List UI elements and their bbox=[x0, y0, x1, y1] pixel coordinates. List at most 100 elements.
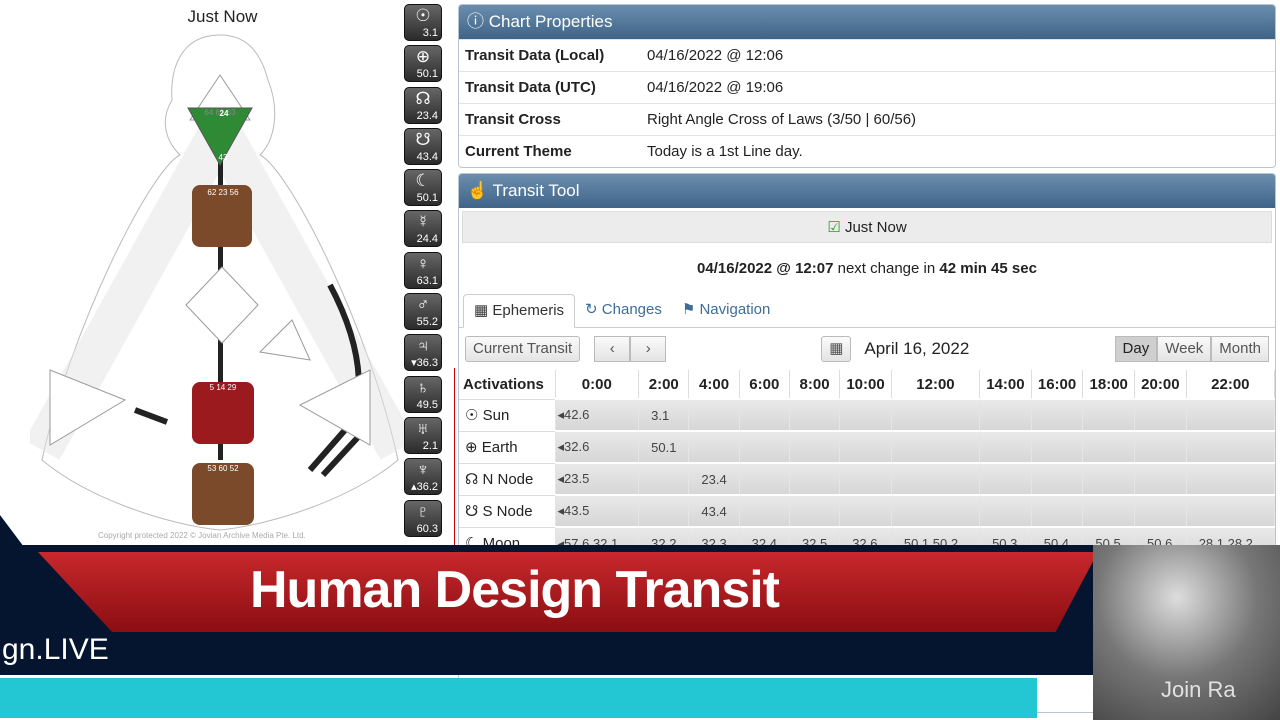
activation-cell[interactable] bbox=[1134, 398, 1187, 431]
venus-icon: ♀ bbox=[416, 253, 430, 273]
prev-button[interactable]: ‹ bbox=[594, 336, 631, 362]
bodygraph-mark: 24 bbox=[220, 109, 229, 118]
bodygraph-mark: 53 60 52 bbox=[207, 464, 239, 473]
planet-pluto[interactable]: ♇ 60.3 bbox=[404, 499, 442, 537]
activation-cell[interactable] bbox=[1031, 430, 1084, 463]
activation-cell[interactable] bbox=[1186, 430, 1276, 463]
activation-cell[interactable] bbox=[739, 462, 790, 495]
planet-jupiter[interactable]: ♃ ▾36.3 bbox=[404, 334, 442, 372]
planet-icon: ☉ bbox=[465, 407, 479, 424]
tab-changes[interactable]: ↻ Changes bbox=[575, 294, 672, 327]
property-label: Current Theme bbox=[465, 143, 572, 160]
activation-cell[interactable] bbox=[1134, 494, 1187, 527]
activation-cell[interactable] bbox=[638, 494, 690, 527]
activation-cell[interactable] bbox=[1134, 462, 1187, 495]
label: Ephemeris bbox=[492, 302, 565, 319]
activation-cell[interactable] bbox=[739, 430, 790, 463]
calendar-button[interactable]: ▦ bbox=[821, 336, 852, 362]
activation-cell[interactable]: ◂32.6 bbox=[555, 430, 640, 463]
planet-name: Earth bbox=[481, 439, 518, 456]
activation-cell[interactable]: 3.1 bbox=[638, 398, 690, 431]
planet-south-node[interactable]: ☋ 43.4 bbox=[404, 127, 442, 165]
hand-icon: ☝ bbox=[467, 181, 493, 200]
planet-neptune[interactable]: ♆ ▴36.2 bbox=[404, 458, 442, 496]
activation-cell[interactable] bbox=[839, 430, 892, 463]
property-label: Transit Data (UTC) bbox=[465, 79, 596, 96]
range-month[interactable]: Month bbox=[1211, 336, 1269, 362]
activation-cell[interactable] bbox=[1082, 430, 1136, 463]
activation-cell[interactable] bbox=[839, 494, 892, 527]
activation-cell[interactable] bbox=[789, 494, 841, 527]
hour-header: 2:00 bbox=[638, 370, 690, 399]
gate-value: 50.1 bbox=[416, 192, 438, 205]
property-row: Transit Data (Local) 04/16/2022 @ 12:06 bbox=[459, 39, 1275, 71]
range-week[interactable]: Week bbox=[1157, 336, 1212, 362]
activation-cell[interactable] bbox=[891, 462, 981, 495]
activation-cell[interactable] bbox=[638, 462, 690, 495]
activation-cell[interactable] bbox=[1186, 398, 1276, 431]
hour-header: 14:00 bbox=[979, 370, 1032, 399]
activation-cell[interactable] bbox=[739, 398, 790, 431]
planet-mars[interactable]: ♂ 55.2 bbox=[404, 293, 442, 331]
planet-earth[interactable]: ⊕ 50.1 bbox=[404, 45, 442, 83]
activation-cell[interactable] bbox=[1186, 494, 1276, 527]
ephemeris-row: ☉ Sun ◂42.6 3.1 bbox=[459, 398, 1276, 431]
activation-cell[interactable] bbox=[839, 398, 892, 431]
activation-cell[interactable] bbox=[1082, 462, 1136, 495]
planet-uranus[interactable]: ♅ 2.1 bbox=[404, 416, 442, 454]
planet-saturn[interactable]: ♄ 49.5 bbox=[404, 375, 442, 413]
property-label: Transit Cross bbox=[465, 111, 561, 128]
tab-navigation[interactable]: ⚑ Navigation bbox=[672, 294, 781, 327]
planet-north-node[interactable]: ☊ 23.4 bbox=[404, 86, 442, 124]
moon-icon: ☾ bbox=[415, 171, 431, 191]
activation-cell[interactable] bbox=[688, 430, 740, 463]
planet-sun[interactable]: ☉ 3.1 bbox=[404, 4, 442, 41]
hour-header: 22:00 bbox=[1186, 370, 1276, 399]
activation-cell[interactable] bbox=[979, 398, 1032, 431]
activation-cell[interactable]: 50.1 bbox=[638, 430, 690, 463]
gate-value: 43.4 bbox=[416, 150, 438, 163]
presenter-photo: Join Ra bbox=[1093, 545, 1280, 720]
hour-header: 20:00 bbox=[1134, 370, 1187, 399]
just-now-button[interactable]: ☑ Just Now bbox=[462, 211, 1272, 243]
calendar-icon: ▦ bbox=[474, 302, 493, 319]
next-button[interactable]: › bbox=[630, 336, 667, 362]
activation-cell[interactable] bbox=[789, 462, 841, 495]
planet-venus[interactable]: ♀ 63.1 bbox=[404, 251, 442, 289]
planet-moon[interactable]: ☾ 50.1 bbox=[404, 169, 442, 207]
activation-cell[interactable] bbox=[1031, 494, 1084, 527]
activation-cell[interactable] bbox=[789, 430, 841, 463]
chart-title: Just Now bbox=[187, 7, 258, 26]
activation-cell[interactable] bbox=[1082, 398, 1136, 431]
activation-cell[interactable] bbox=[891, 398, 981, 431]
activation-cell[interactable] bbox=[891, 494, 981, 527]
activation-cell[interactable] bbox=[789, 398, 841, 431]
activation-cell[interactable] bbox=[1186, 462, 1276, 495]
planet-mercury[interactable]: ☿ 24.4 bbox=[404, 210, 442, 248]
activation-cell[interactable] bbox=[1082, 494, 1136, 527]
activation-cell[interactable] bbox=[1134, 430, 1187, 463]
uranus-icon: ♅ bbox=[416, 418, 430, 438]
activation-cell[interactable] bbox=[1031, 462, 1084, 495]
activation-cell[interactable]: ◂43.5 bbox=[555, 494, 640, 527]
planet-icon: ☋ bbox=[465, 503, 479, 520]
activation-cell[interactable] bbox=[979, 494, 1032, 527]
activation-cell[interactable] bbox=[979, 430, 1032, 463]
activation-cell[interactable] bbox=[688, 398, 740, 431]
property-label: Transit Data (Local) bbox=[465, 47, 605, 64]
activation-cell[interactable] bbox=[839, 462, 892, 495]
activation-cell[interactable]: 43.4 bbox=[688, 494, 740, 527]
activation-cell[interactable] bbox=[739, 494, 790, 527]
activation-cell[interactable] bbox=[1031, 398, 1084, 431]
activation-cell[interactable] bbox=[891, 430, 981, 463]
current-transit-button[interactable]: Current Transit bbox=[465, 336, 581, 362]
range-day[interactable]: Day bbox=[1114, 336, 1158, 362]
activation-cell[interactable]: ◂23.5 bbox=[555, 462, 640, 495]
activation-cell[interactable] bbox=[979, 462, 1032, 495]
gate-value: 60.3 bbox=[416, 522, 438, 535]
activation-cell[interactable]: ◂42.6 bbox=[555, 398, 640, 431]
bodygraph-mark: 5 14 29 bbox=[210, 383, 237, 392]
site-name: gn.LIVE bbox=[2, 633, 109, 666]
tab-ephemeris[interactable]: ▦ Ephemeris bbox=[463, 294, 576, 328]
activation-cell[interactable]: 23.4 bbox=[688, 462, 740, 495]
